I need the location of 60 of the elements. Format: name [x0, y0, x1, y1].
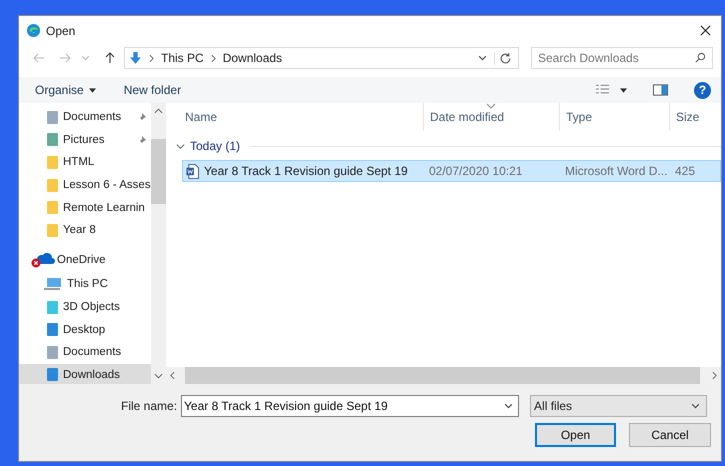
download-icon: [129, 52, 142, 64]
up-arrow-icon[interactable]: [104, 52, 116, 64]
navigation-item[interactable]: Documents: [19, 106, 151, 129]
breadcrumb[interactable]: This PC: [161, 51, 204, 65]
navigation-item[interactable]: Downloads: [19, 364, 151, 384]
navigation-item[interactable]: Remote Learnin: [19, 196, 151, 219]
file-name-label: File name:: [121, 399, 178, 413]
navigation-item[interactable]: Year 8: [19, 218, 151, 242]
help-button[interactable]: ?: [694, 82, 711, 98]
browser-logo-icon: [26, 23, 41, 38]
view-options-icon[interactable]: [595, 84, 610, 96]
caret-icon: [88, 88, 96, 92]
scroll-right-icon[interactable]: [712, 371, 717, 380]
organise-menu[interactable]: Organise: [35, 83, 96, 97]
column-header[interactable]: Name: [166, 103, 424, 131]
chevron-down-icon[interactable]: [478, 54, 487, 62]
address-bar[interactable]: This PC Downloads: [124, 47, 519, 69]
navigation-item[interactable]: This PC: [19, 273, 151, 296]
cancel-button[interactable]: Cancel: [629, 423, 711, 447]
table-cell-text: Microsoft Word D...: [564, 164, 668, 178]
navigation-item[interactable]: OneDrive: [19, 248, 151, 272]
chevron-down-icon[interactable]: [504, 402, 514, 411]
refresh-icon[interactable]: [494, 52, 512, 64]
chevron-right-icon: [149, 54, 154, 62]
expand-chevron-icon[interactable]: [176, 142, 185, 150]
navigation-item[interactable]: Pictures: [19, 128, 151, 152]
navigation-item[interactable]: Lesson 6 - Asses: [19, 174, 151, 196]
scroll-thumb[interactable]: [151, 139, 166, 204]
table-cell-text: 02/07/2020 10:21: [428, 164, 524, 178]
window-title: Open: [46, 24, 76, 38]
table-cell-text: 425: [674, 164, 696, 178]
column-header[interactable]: Date modified: [424, 103, 560, 131]
file-name-field[interactable]: Year 8 Track 1 Revision guide Sept 19: [181, 395, 520, 417]
close-icon[interactable]: [700, 25, 711, 36]
column-header[interactable]: Size: [670, 103, 721, 131]
caret-icon[interactable]: [620, 88, 627, 92]
search-icon: [695, 52, 706, 63]
word-document-icon: [186, 164, 199, 178]
scroll-down-icon[interactable]: [154, 373, 163, 379]
new-folder-button[interactable]: New folder: [124, 83, 182, 97]
breadcrumb[interactable]: Downloads: [222, 51, 282, 65]
column-header[interactable]: Type: [560, 103, 670, 131]
scroll-left-icon[interactable]: [170, 371, 175, 380]
file-row[interactable]: Year 8 Track 1 Revision guide Sept 19 02/07/2020 10:21 Microsoft Word D... 425: [182, 160, 721, 182]
chevron-down-icon: [691, 402, 700, 410]
open-button[interactable]: Open: [535, 423, 616, 447]
navigation-item[interactable]: Documents: [19, 340, 151, 364]
scrollbar[interactable]: [151, 103, 166, 384]
file-name: Year 8 Track 1 Revision guide Sept 19: [204, 164, 408, 178]
navigation-item[interactable]: HTML: [19, 151, 151, 174]
navigation-item[interactable]: 3D Objects: [19, 296, 151, 318]
cloud-error-icon: [31, 252, 55, 268]
sort-chevron-icon: [486, 103, 496, 109]
preview-pane-icon[interactable]: [653, 84, 668, 96]
navigation-item[interactable]: Desktop: [19, 318, 151, 341]
file-type-dropdown[interactable]: All files: [530, 395, 708, 417]
scroll-up-icon[interactable]: [154, 108, 163, 114]
group-header[interactable]: Today (1): [190, 139, 240, 153]
search-field[interactable]: Search Downloads: [531, 47, 713, 69]
chevron-right-icon: [210, 54, 216, 62]
